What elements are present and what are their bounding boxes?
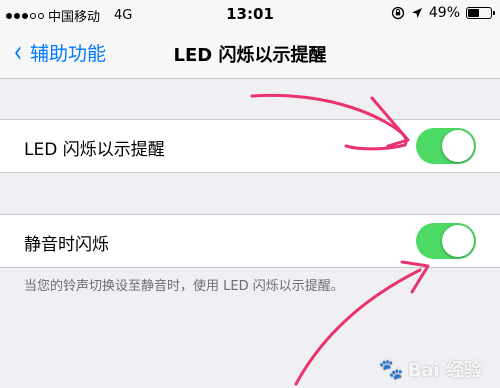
battery-percent: 49% [428,5,460,21]
paw-icon: 🐾 [378,357,404,381]
toggle-knob [442,130,474,162]
navigation-bar: ‹ 辅助功能 LED 闪烁以示提醒 [0,30,500,79]
flash-on-silent-toggle[interactable] [416,223,476,259]
watermark-logo: 🐾 Bai 经验 [379,356,482,382]
settings-row-led-flash: LED 闪烁以示提醒 [0,119,500,173]
battery-icon [466,7,495,19]
flash-on-silent-label: 静音时闪烁 [24,235,109,255]
status-right: 49% [391,5,495,21]
rotation-lock-icon [391,6,405,20]
led-flash-label: LED 闪烁以示提醒 [24,140,165,160]
toggle-knob [442,225,474,257]
page-title: LED 闪烁以示提醒 [173,45,327,66]
section-footer-note: 当您的铃声切换设至静音时，使用 LED 闪烁以示提醒。 [24,279,344,294]
led-flash-toggle[interactable] [416,128,476,164]
settings-row-flash-on-silent: 静音时闪烁 [0,214,500,268]
battery-fill [468,9,479,17]
location-arrow-icon [411,8,422,18]
status-bar: 中国移动 4G 13:01 49% [0,0,500,30]
watermark-text: Bai 经验 [407,360,482,381]
